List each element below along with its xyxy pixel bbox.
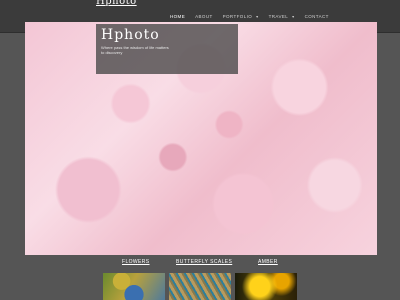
nav-item-travel-label: TRAVEL — [268, 13, 289, 19]
nav-item-portfolio[interactable]: PORTFOLIO ▾ — [223, 14, 259, 19]
nav-item-portfolio-label: PORTFOLIO — [222, 13, 253, 19]
chevron-down-icon: ▾ — [292, 13, 295, 19]
gallery-labels: FLOWERS BUTTERFLY SCALES AMBER — [0, 259, 400, 269]
gallery-link-butterfly-scales[interactable]: BUTTERFLY SCALES — [176, 259, 232, 265]
hero-title: Hphoto — [101, 27, 160, 43]
gallery-thumbnail-amber[interactable] — [235, 273, 297, 300]
hero-tagline: Where pass the wisdom of life matters to… — [101, 45, 169, 55]
main-nav: HOME ABOUT PORTFOLIO ▾ TRAVEL ▾ CONTACT — [170, 10, 339, 22]
gallery-link-amber[interactable]: AMBER — [258, 259, 278, 265]
nav-item-about[interactable]: ABOUT — [195, 14, 213, 19]
nav-item-home[interactable]: HOME — [170, 14, 185, 19]
gallery-thumbnail-flowers[interactable] — [103, 273, 165, 300]
gallery-link-flowers[interactable]: FLOWERS — [122, 259, 150, 265]
nav-item-contact[interactable]: CONTACT — [305, 14, 329, 19]
nav-item-travel[interactable]: TRAVEL ▾ — [269, 14, 295, 19]
chevron-down-icon: ▾ — [256, 13, 259, 19]
site-logo[interactable]: Hphoto — [96, 0, 137, 8]
gallery-thumbnail-butterfly-scales[interactable] — [169, 273, 231, 300]
